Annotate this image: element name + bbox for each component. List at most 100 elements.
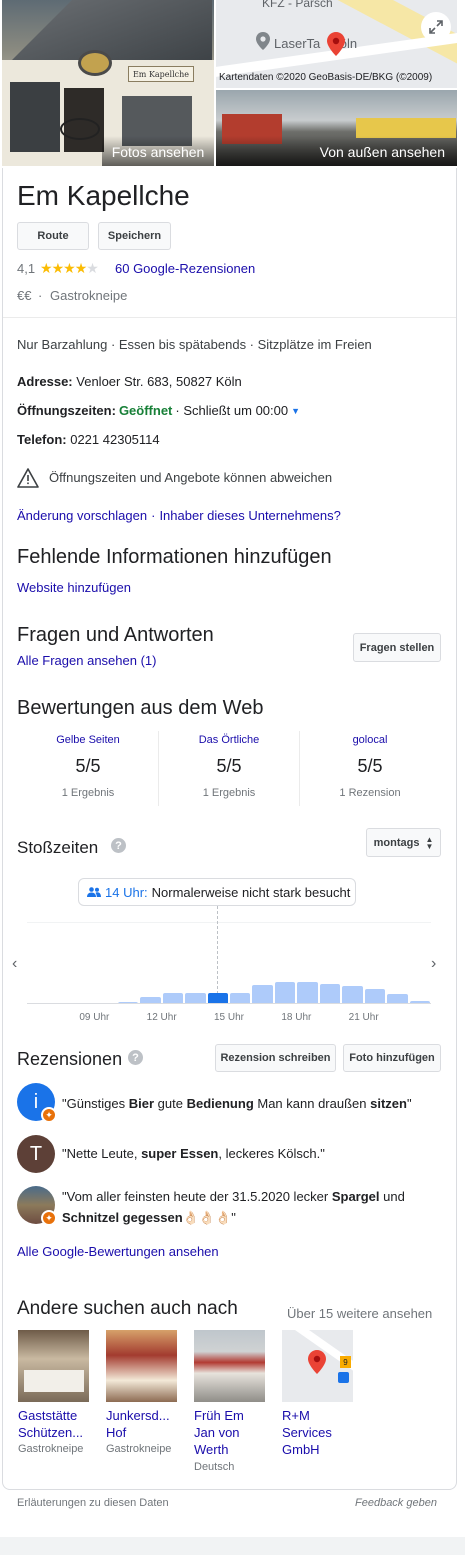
help-icon[interactable]: ? [128,1050,143,1065]
photo-outside[interactable]: Von außen ansehen [216,90,457,166]
save-button[interactable]: Speichern [98,222,171,250]
rating-value: 4,1 [17,261,36,276]
web-reviews-title: Bewertungen aus dem Web [17,697,264,719]
see-more-link[interactable]: Über 15 weitere ansehen [287,1306,432,1321]
source-count: 1 Ergebnis [61,787,115,799]
warning-icon [17,468,39,488]
expand-map-button[interactable] [421,12,451,42]
busyness-bar[interactable] [364,989,386,1004]
hours-row[interactable]: Öffnungszeiten: Geöffnet · Schließt um 0… [17,403,300,418]
live-busyness-bubble: 14 Uhr: Normalerweise nicht stark besuch… [78,878,356,906]
outside-label: Von außen ansehen [216,136,457,166]
address-label: Adresse: [17,374,73,389]
day-select[interactable]: montags ▲ ▼ [366,828,441,857]
busyness-chart [27,964,431,1004]
all-questions-link[interactable]: Alle Fragen ansehen (1) [17,653,156,668]
local-guide-badge-icon: ✦ [41,1210,57,1226]
help-icon[interactable]: ? [111,838,126,853]
data-explanation-link[interactable]: Erläuterungen zu diesen Daten [17,1497,169,1509]
place-thumbnail[interactable] [194,1330,265,1402]
x-tick-label: 09 Uhr [79,1012,110,1023]
add-website-link[interactable]: Website hinzufügen [17,580,131,595]
star-icon: ★ [51,260,65,276]
place-name[interactable]: Junkersd... Hof [106,1407,186,1441]
warning-text: Öffnungszeiten und Angebote können abwei… [49,470,333,485]
x-tick-label: 15 Uhr [213,1012,245,1023]
suggest-edit-link[interactable]: Änderung vorschlagen [17,508,147,523]
route-shield-icon: 9 [340,1356,351,1368]
hours-close: · Schließt um 00:00 [175,403,289,418]
people-icon [87,887,101,897]
star-icon: ★ [86,260,99,276]
address-value: Venloer Str. 683, 50827 Köln [76,374,242,389]
x-tick-label: 12 Uhr [146,1012,177,1023]
avatar-letter: i [33,1090,39,1113]
review-snippet: "Nette Leute, super Essen, leckeres Köls… [62,1146,325,1161]
web-review-source[interactable]: Das Örtliche 5/5 1 Ergebnis [159,734,299,799]
photo-main[interactable]: Em Kapellche Fotos ansehen [2,0,214,166]
building [356,118,456,138]
source-count: 1 Rezension [339,787,401,799]
star-icon: ★ [74,260,88,276]
place-name[interactable]: Früh Em Jan von Werth [194,1407,260,1458]
owner-link[interactable]: Inhaber dieses Unternehmens? [159,508,340,523]
busyness-bar[interactable] [297,982,318,1004]
feedback-link[interactable]: Feedback geben [355,1497,437,1509]
gridline [27,922,431,923]
busyness-bar[interactable] [342,986,363,1004]
live-time: 14 Uhr: [105,884,148,900]
star-rating: ★★★★★ [40,260,99,277]
missing-info-title: Fehlende Informationen hinzufügen [17,546,332,568]
avatar[interactable]: T [17,1135,55,1173]
expand-icon [429,20,443,34]
source-count: 1 Ergebnis [202,787,256,799]
caret-down-icon[interactable]: ▼ [291,406,300,416]
qa-title: Fragen und Antworten [17,624,214,646]
reviews-title: Rezensionen [17,1049,123,1069]
place-thumbnail[interactable] [18,1330,89,1402]
web-review-source[interactable]: golocal 5/5 1 Rezension [300,734,440,799]
source-score: 5/5 [216,756,242,776]
people-also-search-title: Andere suchen auch nach [17,1298,238,1319]
map-thumbnail[interactable]: KFZ - Parsch LaserTa Köln Kartendaten ©2… [216,0,457,88]
add-photo-button[interactable]: Foto hinzufügen [343,1044,441,1072]
avatar[interactable]: ✦ [17,1186,57,1226]
place-name[interactable]: Gaststätte Schützen... [18,1407,98,1441]
busyness-bar[interactable] [252,985,273,1004]
ask-question-button[interactable]: Fragen stellen [353,633,441,662]
phone-value[interactable]: 0221 42305114 [70,432,159,447]
place-marker-icon [256,32,270,50]
place-thumbnail[interactable] [106,1330,177,1402]
all-reviews-link[interactable]: Alle Google-Bewertungen ansehen [17,1244,219,1259]
place-type: Deutsch [194,1461,235,1473]
page-bottom-band [0,1537,465,1555]
write-review-button[interactable]: Rezension schreiben [215,1044,336,1072]
map-thumbnail[interactable]: 9 [282,1330,353,1402]
source-score: 5/5 [357,756,383,776]
place-type: Gastrokneipe [18,1443,84,1455]
busyness-bar[interactable] [274,982,296,1004]
day-select-value: montags [373,836,420,849]
hours-status: Geöffnet [118,403,173,418]
avatar-letter: T [29,1142,43,1165]
source-name[interactable]: Gelbe Seiten [18,734,158,746]
place-name[interactable]: R+M Services GmbH [282,1407,348,1458]
roof [12,0,212,60]
web-review-source[interactable]: Gelbe Seiten 5/5 1 Ergebnis [18,734,158,799]
attributes: Nur Barzahlung · Essen bis spätabends · … [17,337,372,352]
busyness-bar[interactable] [319,984,341,1004]
phone-label: Telefon: [17,432,67,447]
local-guide-badge-icon: ✦ [41,1107,57,1123]
chevron-left-icon[interactable]: ‹ [12,955,17,973]
source-name[interactable]: Das Örtliche [159,734,299,746]
review-snippet: "Günstiges Bier gute Bedienung Man kann … [62,1096,412,1111]
chevron-right-icon[interactable]: › [431,955,436,973]
chart-baseline [27,1003,431,1004]
route-button[interactable]: Route [17,222,89,250]
source-name[interactable]: golocal [300,734,440,746]
phone-row: Telefon: 0221 42305114 [17,432,160,447]
reviews-link[interactable]: 60 Google-Rezensionen [115,261,255,276]
avatar[interactable]: i ✦ [17,1083,57,1123]
address-row: Adresse: Venloer Str. 683, 50827 Köln [17,374,242,389]
hours-label: Öffnungszeiten: [17,403,116,418]
